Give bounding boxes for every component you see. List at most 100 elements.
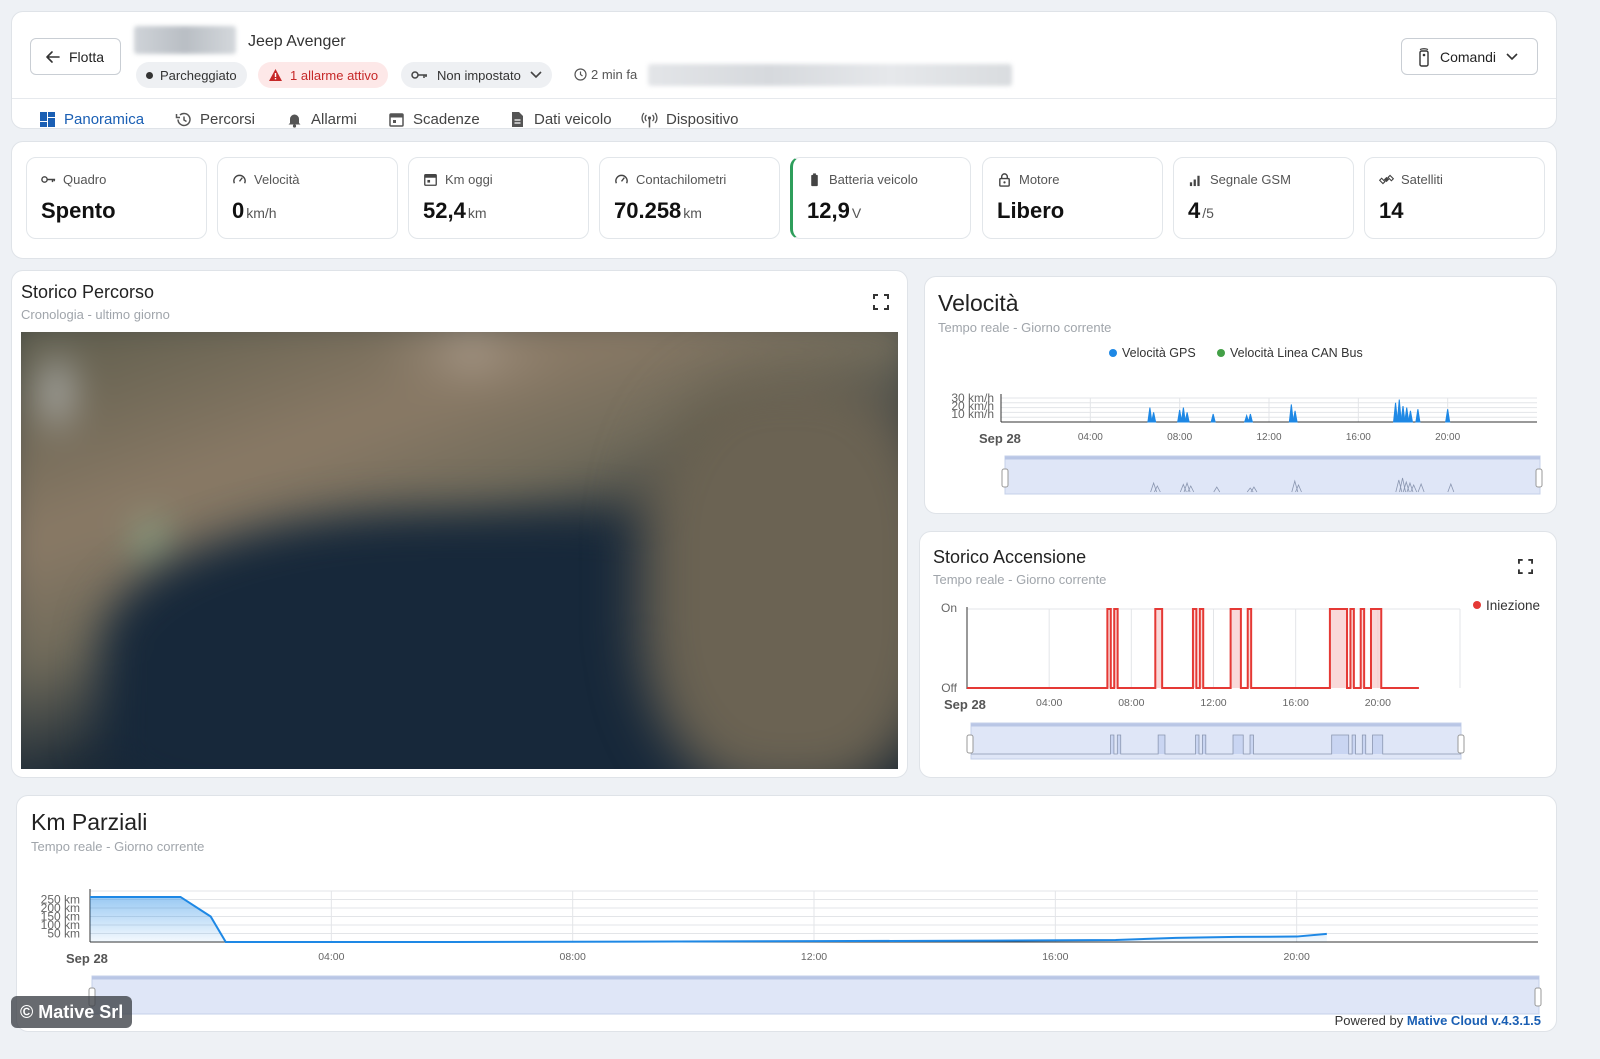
partial-km-chart[interactable]: 04:00 08:00 12:00 16:00 20:00Sep 2850 km100 … — [16, 875, 1557, 1025]
calendar-icon — [389, 113, 404, 127]
km-series-line — [90, 895, 1327, 943]
stat-label-text: Satelliti — [1401, 172, 1443, 187]
stat-value-text: 0 — [232, 198, 245, 223]
key-select-label: Non impostato — [437, 67, 521, 83]
speed-spike — [1400, 405, 1406, 423]
commands-button[interactable]: Comandi — [1401, 38, 1538, 75]
header-divider — [12, 98, 1556, 99]
stat-quadro-value: Spento — [41, 198, 116, 224]
tab-dispositivo[interactable]: Dispositivo — [641, 111, 739, 128]
tab-percorsi[interactable]: Percorsi — [175, 111, 255, 128]
x-tick-label: 20:00 — [1435, 432, 1460, 443]
x-tick-label: 04:00 — [318, 951, 344, 963]
stat-value-text: Libero — [997, 198, 1065, 223]
navigator-handle-right — [1457, 734, 1465, 754]
key-icon — [411, 71, 427, 79]
speed-spike — [1184, 412, 1190, 423]
status-dot-icon — [146, 71, 153, 79]
tab-panoramica[interactable]: Panoramica — [39, 111, 144, 128]
speed-spike — [1247, 413, 1254, 423]
powered-by-brand[interactable]: Mative Cloud v.4.3.1.5 — [1407, 1013, 1541, 1028]
key-icon — [41, 176, 56, 183]
speed-spike — [1180, 407, 1186, 423]
stat-contachilometri: Contachilometri 70.258 km — [599, 157, 780, 239]
tab-dispositivo-label: Dispositivo — [666, 111, 739, 128]
speed-spike — [1210, 413, 1216, 423]
stat-label-text: Segnale GSM — [1210, 172, 1291, 187]
tab-percorsi-label: Percorsi — [200, 111, 256, 128]
vehicle-name: Jeep Avenger — [248, 33, 346, 50]
satellite-icon — [1379, 174, 1394, 185]
x-tick-label: 04:00 — [1078, 432, 1103, 443]
ignition-on-area — [1370, 609, 1382, 688]
ignition-chart[interactable]: 04:00 08:00 12:00 16:00 20:00 Sep 28 On Off Inie… — [919, 592, 1557, 772]
speed-spike — [1393, 402, 1399, 423]
copyright-text: © Mative Srl — [20, 1001, 124, 1022]
stat-value-text: 14 — [1379, 198, 1404, 223]
stat-value-text: 12,9 — [807, 198, 850, 223]
battery-icon — [811, 173, 818, 187]
tab-dati-veicolo[interactable]: Dati veicolo — [509, 111, 612, 128]
history-icon — [175, 112, 191, 127]
y-tick-label: 30 km/h — [951, 391, 994, 405]
x-start-label: Sep 28 — [979, 431, 1021, 446]
expand-icon[interactable] — [1518, 559, 1533, 574]
route-map[interactable] — [21, 332, 898, 769]
stat-label-text: Quadro — [63, 172, 107, 187]
speed-spike — [1147, 407, 1153, 423]
stat-contachilometri-label: Contachilometri — [614, 172, 726, 187]
speed-spike — [1404, 407, 1410, 423]
navigator-handle-right — [1534, 987, 1542, 1007]
stat-unit-text: km — [467, 205, 487, 221]
km-panel-subtitle: Tempo reale - Giorno corrente — [31, 839, 205, 854]
km-panel-title: Km Parziali — [31, 809, 148, 835]
stat-unit-text: V — [851, 205, 862, 221]
stat-gsm-label: Segnale GSM — [1188, 172, 1291, 187]
stat-label-text: Motore — [1019, 172, 1060, 187]
antenna-icon — [641, 112, 658, 128]
stat-label-text: Km oggi — [445, 172, 493, 187]
legend-label: Iniezione — [1486, 598, 1540, 613]
stat-velocita: Velocità 0 km/h — [217, 157, 398, 239]
stat-quadro-label: Quadro — [41, 172, 106, 187]
navigator-range — [91, 975, 1540, 1015]
speed-spike — [1288, 404, 1294, 423]
legend-dot-icon — [1109, 349, 1117, 357]
speed-spike — [1177, 409, 1183, 423]
stat-label-text: Contachilometri — [636, 172, 727, 187]
x-tick-label: 16:00 — [1042, 951, 1068, 963]
copyright-watermark: © Mative Srl — [11, 996, 133, 1028]
arrow-left-icon — [46, 50, 60, 63]
key-status-select[interactable]: Non impostato — [401, 62, 552, 88]
x-tick-label: 20:00 — [1365, 697, 1391, 709]
navigator-range — [1004, 455, 1541, 495]
bell-icon — [288, 114, 301, 128]
tab-allarmi[interactable]: Allarmi — [286, 111, 357, 128]
alarm-badge[interactable]: 1 allarme attivo — [258, 62, 389, 88]
stat-km-oggi-label: Km oggi — [423, 172, 493, 187]
commands-button-label: Comandi — [1440, 48, 1497, 65]
stat-motore-label: Motore — [997, 172, 1059, 187]
calendar-icon — [424, 173, 437, 186]
signal-icon — [1189, 175, 1200, 187]
speed-spike — [1415, 409, 1421, 423]
stat-unit-text: km — [683, 205, 702, 221]
x-tick-label: 16:00 — [1346, 432, 1371, 443]
back-to-fleet-button[interactable]: Flotta — [30, 38, 121, 75]
ignition-series-line — [967, 608, 1419, 689]
map-land-area — [641, 372, 898, 769]
alarm-badge-label: 1 allarme attivo — [290, 67, 379, 83]
x-tick-label: 08:00 — [1167, 432, 1192, 443]
speed-panel-subtitle: Tempo reale - Giorno corrente — [938, 320, 1112, 335]
status-parked-label: Parcheggiato — [160, 67, 237, 83]
speed-chart[interactable]: Velocità GPS Velocità Linea CAN Bus 04:00 0… — [924, 340, 1557, 500]
stat-unit-text: km/h — [246, 205, 277, 221]
expand-icon[interactable] — [873, 294, 889, 310]
stat-km-oggi: Km oggi 52,4 km — [408, 157, 589, 239]
route-panel-subtitle: Cronologia - ultimo giorno — [21, 307, 170, 322]
x-tick-label: 08:00 — [560, 951, 586, 963]
vehicle-plate-blurred — [134, 26, 236, 54]
tab-scadenze[interactable]: Scadenze — [388, 111, 480, 128]
x-tick-label: 12:00 — [801, 951, 827, 963]
remote-control-icon — [1419, 47, 1429, 67]
